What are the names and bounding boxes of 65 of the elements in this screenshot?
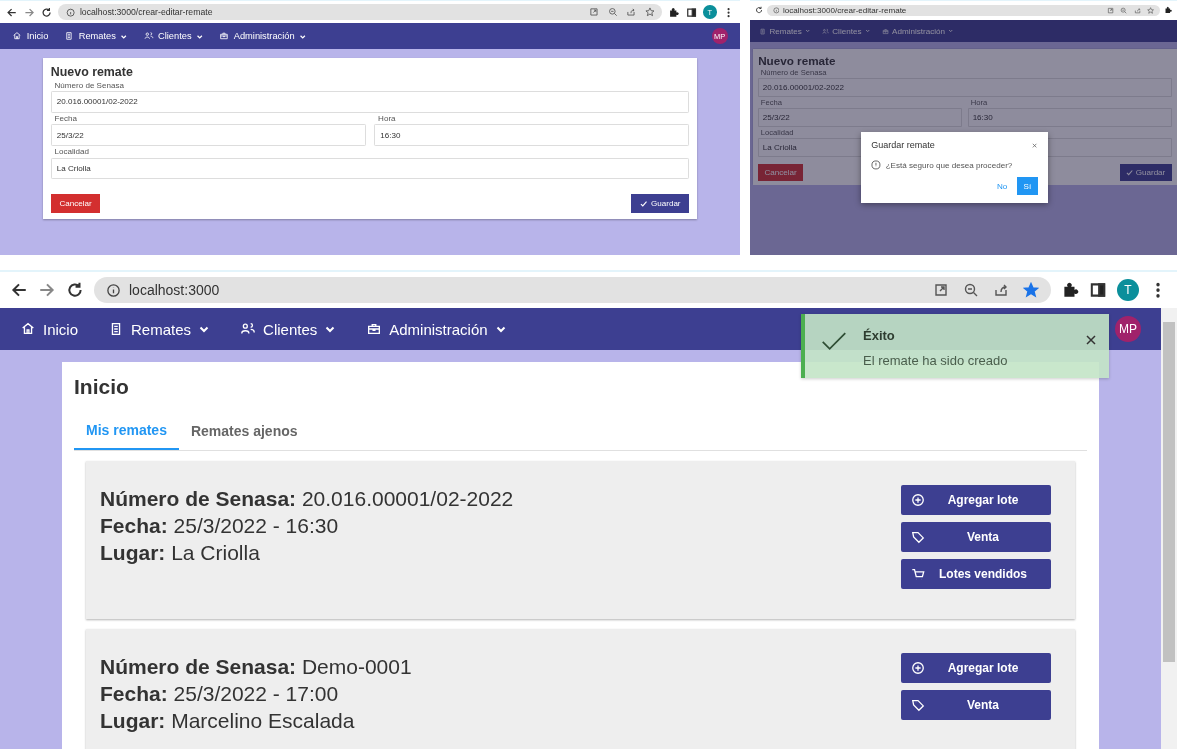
tag-icon xyxy=(911,530,925,544)
open-external-icon[interactable] xyxy=(933,282,949,298)
input-field[interactable]: 16:30 xyxy=(968,107,1172,127)
toast-message: El remate ha sido creado xyxy=(863,353,1009,368)
sale-button[interactable]: Venta xyxy=(901,522,1051,552)
url-text: localhost:3000/crear-editar-remate xyxy=(79,7,213,18)
auction-detail: Lugar: Marcelino Escalada xyxy=(100,708,356,734)
save-button[interactable]: Guardar xyxy=(1119,163,1172,181)
auction-detail: Fecha: 25/3/2022 - 16:30 xyxy=(100,513,340,539)
page-title: Inicio xyxy=(74,374,130,400)
star-icon[interactable] xyxy=(1023,282,1039,298)
nav-link[interactable]: Remates xyxy=(131,320,192,338)
input-field[interactable]: 25/3/22 xyxy=(758,107,962,127)
nav-link[interactable]: Administración xyxy=(233,31,295,42)
auction-detail: Número de Senasa: Demo-0001 xyxy=(100,654,412,680)
tab[interactable]: Remates ajenos xyxy=(178,412,310,450)
reload-icon[interactable] xyxy=(66,281,84,299)
nav-link[interactable]: Administración xyxy=(892,26,945,36)
scrollbar[interactable] xyxy=(1161,308,1177,749)
nav-link[interactable]: Remates xyxy=(78,31,116,42)
address-bar[interactable]: localhost:3000/crear-editar-remate xyxy=(58,4,663,21)
profile-avatar[interactable]: T xyxy=(1117,279,1139,301)
nav-link[interactable]: Clientes xyxy=(158,31,192,42)
back-arrow-icon[interactable] xyxy=(10,281,28,299)
address-bar[interactable]: localhost:3000 xyxy=(94,277,1051,303)
dialog-title: Guardar remate xyxy=(871,140,935,151)
user-avatar[interactable]: MP xyxy=(1115,316,1141,342)
dialog-message: ¿Está seguro que desea proceder? xyxy=(885,160,1013,170)
sold-lots-button[interactable]: Lotes vendidos xyxy=(901,559,1051,589)
side-panel-icon[interactable] xyxy=(1089,281,1107,299)
puzzle-icon[interactable] xyxy=(1061,281,1079,299)
puzzle-icon[interactable] xyxy=(668,6,680,18)
home-icon xyxy=(20,321,36,337)
input-field[interactable]: 20.016.00001/02-2022 xyxy=(758,77,1172,97)
add-lot-button[interactable]: Agregar lote xyxy=(901,485,1051,515)
nav-link[interactable]: Inicio xyxy=(26,31,49,42)
field-label: Hora xyxy=(969,96,989,108)
address-bar[interactable]: localhost:3000/crear-editar-remate xyxy=(767,4,1160,17)
toast-title: Éxito xyxy=(863,328,896,343)
nav-link[interactable]: Inicio xyxy=(43,320,79,338)
auction-detail: Fecha: 25/3/2022 - 17:00 xyxy=(100,681,340,707)
checkmark-icon xyxy=(821,330,847,352)
nav-link[interactable]: Administración xyxy=(389,320,488,338)
form-title: Nuevo remate xyxy=(758,54,837,68)
nav-link[interactable]: Remates xyxy=(769,26,802,36)
sale-button[interactable]: Venta xyxy=(901,690,1051,720)
nav-link[interactable]: Clientes xyxy=(263,320,318,338)
add-lot-button[interactable]: Agregar lote xyxy=(901,653,1051,683)
share-icon[interactable] xyxy=(993,282,1009,298)
puzzle-icon[interactable] xyxy=(1164,6,1173,15)
auction-detail: Lugar: La Criolla xyxy=(100,540,261,566)
briefcase-icon xyxy=(366,321,383,337)
tag-icon xyxy=(911,698,925,712)
url-text: localhost:3000 xyxy=(129,282,220,298)
url-text: localhost:3000/crear-editar-remate xyxy=(782,5,907,15)
field-label: Localidad xyxy=(759,126,795,138)
auction-detail: Número de Senasa: 20.016.00001/02-2022 xyxy=(100,486,514,512)
field-label: Número de Senasa xyxy=(759,67,828,78)
nav-link[interactable]: Clientes xyxy=(832,26,862,36)
field-label: Fecha xyxy=(759,96,784,108)
forward-arrow-icon[interactable] xyxy=(38,281,56,299)
info-icon[interactable] xyxy=(106,282,121,298)
zoom-out-icon[interactable] xyxy=(963,282,979,298)
form-title: Nuevo remate xyxy=(50,65,134,80)
close-icon[interactable] xyxy=(1085,334,1097,346)
